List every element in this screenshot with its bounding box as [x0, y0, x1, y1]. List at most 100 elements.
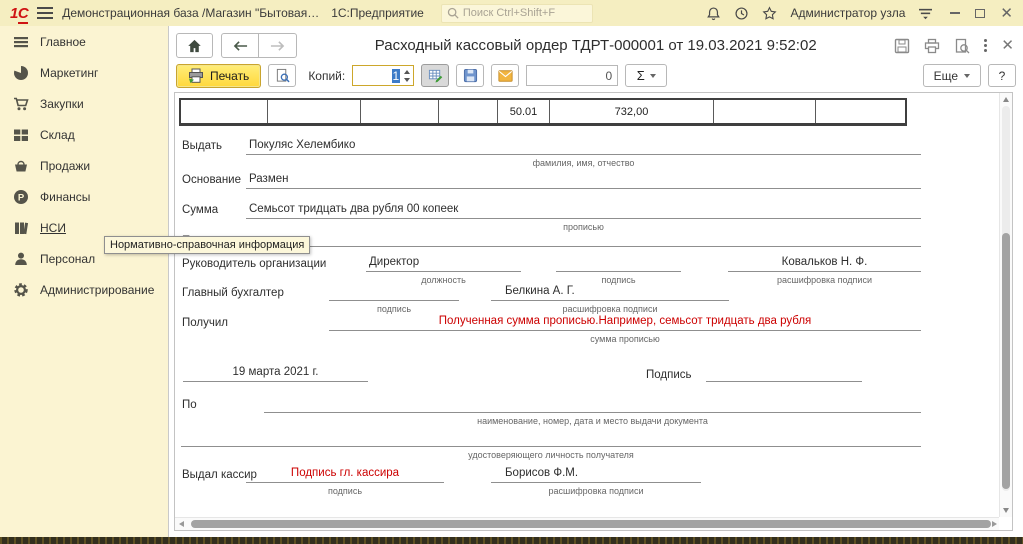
rukovoditel-position: Директор: [366, 256, 521, 272]
form-close-icon[interactable]: ✕: [1001, 38, 1014, 53]
scroll-right-icon[interactable]: [992, 521, 997, 527]
horizontal-scroll-thumb[interactable]: [191, 520, 991, 528]
table-cell: [268, 100, 361, 123]
send-email-button[interactable]: [491, 64, 519, 87]
buhgalter-signature-line: [329, 285, 459, 301]
rukovoditel-name: Ковальков Н. Ф.: [728, 256, 921, 272]
notifications-bell-icon[interactable]: [706, 6, 721, 21]
gear-icon: [13, 282, 29, 298]
printer-icon: [188, 68, 204, 84]
caption-fio: фамилия, имя, отчество: [246, 158, 921, 168]
back-button[interactable]: [221, 33, 259, 58]
titlebar: 1С Демонстрационная база /Магазин "Бытов…: [0, 0, 1023, 26]
print-preview-button[interactable]: [268, 64, 296, 87]
arrow-right-icon: [270, 40, 285, 52]
sidebar-item-zakupki[interactable]: Закупки: [0, 88, 168, 119]
help-button[interactable]: ?: [988, 64, 1016, 87]
print-button[interactable]: Печать: [176, 64, 261, 88]
vertical-scroll-thumb[interactable]: [1002, 233, 1010, 489]
field-label-po: По: [182, 399, 197, 411]
form-title: Расходный кассовый ордер ТДРТ-000001 от …: [297, 37, 894, 54]
envelope-icon: [498, 70, 513, 82]
history-icon[interactable]: [734, 6, 749, 21]
person-icon: [13, 251, 29, 267]
field-value-vydat: Покуляс Хелембико: [246, 139, 921, 155]
books-icon: [13, 220, 29, 236]
warehouse-grid-icon: [13, 127, 29, 143]
edit-table-button[interactable]: [421, 64, 449, 87]
caption-summa-propisyu: сумма прописью: [329, 334, 921, 344]
field-label-poluchil: Получил: [182, 317, 228, 329]
list-icon: [13, 34, 29, 50]
window-minimize-button[interactable]: [950, 12, 960, 14]
sidebar-item-finansy[interactable]: Р Финансы: [0, 181, 168, 212]
sidebar-item-glavnoe[interactable]: Главное: [0, 26, 168, 57]
stepper-down-icon[interactable]: [404, 78, 410, 82]
more-button[interactable]: Еще: [923, 64, 981, 87]
forward-button[interactable]: [259, 33, 297, 58]
save-icon[interactable]: [894, 38, 910, 54]
horizontal-scrollbar[interactable]: [175, 517, 999, 530]
favorites-star-icon[interactable]: [762, 6, 777, 21]
form-window: Расходный кассовый ордер ТДРТ-000001 от …: [168, 26, 1023, 537]
caption-document-info: наименование, номер, дата и место выдачи…: [264, 416, 921, 426]
preview-icon[interactable]: [954, 38, 970, 54]
scroll-up-icon[interactable]: [1003, 97, 1009, 102]
chevron-down-icon: [964, 74, 970, 78]
table-cell: [816, 100, 905, 123]
copies-value[interactable]: 1: [392, 69, 401, 83]
home-button[interactable]: [176, 33, 213, 58]
global-search[interactable]: [441, 4, 593, 23]
caption-identity: удостоверяющего личность получателя: [181, 450, 921, 460]
table-cell: [439, 100, 498, 123]
accounting-table: 50.01 732,00: [179, 98, 907, 126]
service-menu-icon[interactable]: [918, 7, 933, 20]
print-icon[interactable]: [924, 38, 940, 54]
sum-button[interactable]: Σ: [625, 64, 667, 87]
table-cell: [361, 100, 439, 123]
window-maximize-button[interactable]: [975, 9, 985, 18]
date-value: 19 марта 2021 г.: [183, 366, 368, 382]
vertical-scrollbar[interactable]: [999, 93, 1012, 517]
table-cell: [181, 100, 268, 123]
sidebar-item-prodazhi[interactable]: Продажи: [0, 150, 168, 181]
table-edit-icon: [428, 68, 443, 83]
current-user[interactable]: Администратор узла: [790, 6, 905, 20]
pie-chart-icon: [13, 65, 29, 81]
sidebar-item-administrirovanie[interactable]: Администрирование: [0, 274, 168, 305]
logo-1c: 1С: [10, 6, 28, 21]
scroll-down-icon[interactable]: [1003, 508, 1009, 513]
caption-podpis: подпись: [246, 486, 444, 496]
rukovoditel-signature-line: [556, 256, 681, 272]
poluchil-sum-hint: Полученная сумма прописью.Например, семь…: [329, 315, 921, 331]
sidebar-item-marketing[interactable]: Маркетинг: [0, 57, 168, 88]
sidebar: Главное Маркетинг Закупки Склад Продажи …: [0, 26, 168, 537]
copies-stepper[interactable]: 1: [352, 65, 414, 86]
taskbar-edge: [0, 537, 1023, 544]
save-button[interactable]: [456, 64, 484, 87]
caption-rasshifrovka: расшифровка подписи: [491, 304, 729, 314]
chevron-down-icon: [650, 74, 656, 78]
search-input[interactable]: [463, 7, 583, 19]
caption-podpis: подпись: [556, 275, 681, 285]
window-close-button[interactable]: ✕: [1000, 6, 1013, 21]
signature-label: Подпись: [646, 369, 692, 381]
kassir-name: Борисов Ф.М.: [491, 467, 701, 483]
svg-text:Р: Р: [18, 192, 25, 203]
field-value-summa: Семьсот тридцать два рубля 00 копеек: [246, 203, 921, 219]
field-label-summa: Сумма: [182, 204, 218, 216]
signature-line: [706, 366, 862, 382]
sidebar-item-sklad[interactable]: Склад: [0, 119, 168, 150]
search-icon: [447, 7, 459, 19]
separator-rule: [246, 246, 921, 247]
buhgalter-name: Белкина А. Г.: [491, 285, 729, 301]
hamburger-menu-icon[interactable]: [37, 7, 53, 19]
counter-field[interactable]: 0: [526, 65, 618, 86]
more-menu-kebab-icon[interactable]: [984, 39, 987, 52]
stepper-up-icon[interactable]: [404, 70, 410, 74]
scroll-left-icon[interactable]: [179, 521, 184, 527]
caption-rasshifrovka: расшифровка подписи: [491, 486, 701, 496]
ruble-coin-icon: Р: [13, 189, 29, 205]
kassir-sign-hint: Подпись гл. кассира: [246, 467, 444, 483]
caption-podpis: подпись: [329, 304, 459, 314]
